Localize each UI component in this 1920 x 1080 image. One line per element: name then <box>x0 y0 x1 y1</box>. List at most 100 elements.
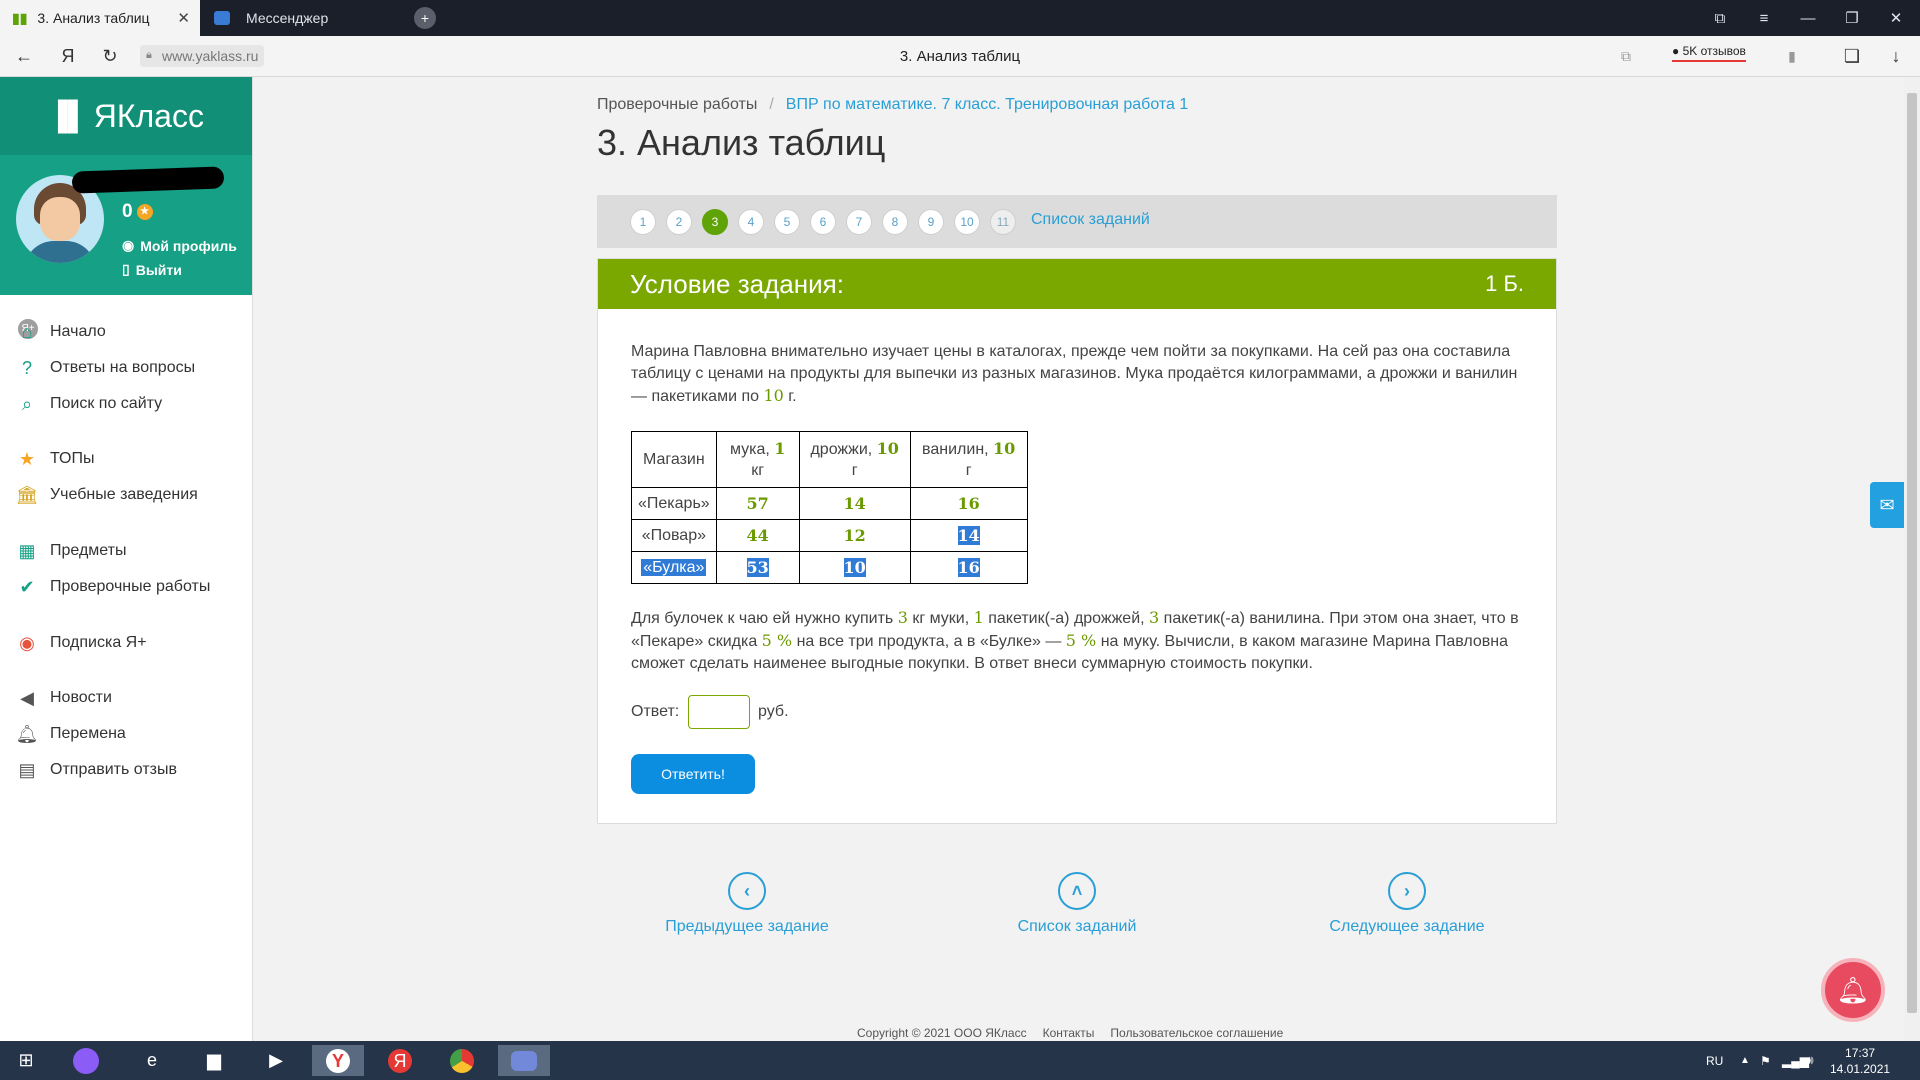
task-number-6[interactable]: 6 <box>810 209 836 235</box>
sidebar-item-news[interactable]: ◀ Новости <box>16 685 112 711</box>
selected-text: 10 <box>843 558 866 577</box>
alice-icon[interactable] <box>60 1045 112 1076</box>
sidebar-item-search[interactable]: ⌕ Поиск по сайту <box>16 391 162 417</box>
clock-date: 14.01.2021 <box>1830 1061 1891 1076</box>
breadcrumb-parent[interactable]: Проверочные работы <box>597 96 757 114</box>
tabs-icon[interactable]: ⧉ <box>1610 36 1642 76</box>
task-number-2[interactable]: 2 <box>666 209 692 235</box>
sidebar-item-answers[interactable]: ? Ответы на вопросы <box>16 355 195 381</box>
header-unit: кг <box>751 462 765 479</box>
logo-band[interactable]: ▐▌ ЯКласс <box>0 77 252 155</box>
feedback-icon: ▤ <box>18 759 36 780</box>
file-explorer-icon[interactable]: ▆ <box>188 1045 240 1076</box>
reload-icon[interactable]: ↻ <box>94 36 126 76</box>
download-icon[interactable]: ↓ <box>1880 36 1912 76</box>
browser-tab-active[interactable]: ▮▮ 3. Анализ таблиц ✕ <box>0 0 200 36</box>
collections-icon[interactable]: ❏ <box>1836 36 1868 76</box>
task-number-5[interactable]: 5 <box>774 209 800 235</box>
tray-chevron-icon[interactable]: ▲ <box>1740 1041 1750 1080</box>
answer-input[interactable] <box>688 695 750 729</box>
task-number-7[interactable]: 7 <box>846 209 872 235</box>
discord-icon[interactable] <box>498 1045 550 1076</box>
scrollbar-thumb[interactable] <box>1907 93 1917 1013</box>
header-unit: г <box>965 462 972 479</box>
submit-answer-button[interactable]: Ответить! <box>631 754 755 794</box>
home-icon: ⌂ <box>21 321 33 342</box>
sidebar-item-tops[interactable]: ★ ТОПы <box>16 446 95 472</box>
star-icon: ★ <box>136 204 153 220</box>
yandex-icon[interactable]: Я <box>374 1045 426 1076</box>
sidebar-item-subscription[interactable]: ◉ Подписка Я+ <box>16 630 146 656</box>
breadcrumb-current[interactable]: ВПР по математике. 7 класс. Тренировочна… <box>786 96 1189 114</box>
question-text: на все три продукта, а в «Булке» — <box>792 633 1066 650</box>
sidebar-item-label: Переменa <box>50 725 126 742</box>
restore-button[interactable]: ❐ <box>1830 0 1874 36</box>
sidebar-item-schools[interactable]: 🏛︎ Учебные заведения <box>16 482 198 508</box>
sidebar-item-label: Новости <box>50 689 112 706</box>
reviews-badge[interactable]: ● 5K отзывов <box>1672 44 1746 62</box>
bookmark-icon[interactable]: ▮ <box>1776 36 1808 76</box>
network-icon[interactable]: ▂▄▆ <box>1782 1041 1809 1080</box>
sidebar-item-feedback[interactable]: ▤ Отправить отзыв <box>16 757 177 783</box>
task-number-10[interactable]: 10 <box>954 209 980 235</box>
sidebar-item-tests[interactable]: ✔ Проверочные работы <box>16 574 210 600</box>
task-number-nav: 1 2 3 4 5 6 7 8 9 10 11 Список заданий <box>597 195 1557 248</box>
yandex-logo-icon[interactable]: Я <box>52 36 84 76</box>
page-scrollbar[interactable] <box>1904 77 1920 1041</box>
chrome-icon[interactable] <box>436 1045 488 1076</box>
agreement-link[interactable]: Пользовательское соглашение <box>1110 1026 1283 1040</box>
sidebar-item-label: Отправить отзыв <box>50 761 177 778</box>
sidebar-item-home[interactable]: ⌂ Начало <box>16 319 106 345</box>
header-vanillin: ванилин, 10 г <box>909 431 1028 488</box>
new-tab-button[interactable]: + <box>414 0 444 36</box>
chevron-left-icon: ‹ <box>728 872 766 910</box>
flag-icon[interactable]: ⚑ <box>1760 1041 1771 1080</box>
sidebar-item-subjects[interactable]: ▦ Предметы <box>16 538 126 564</box>
next-task-link[interactable]: › Следующее задание <box>1307 872 1507 936</box>
selected-text: 16 <box>957 558 980 577</box>
internet-explorer-icon[interactable]: e <box>126 1045 178 1076</box>
task-number-4[interactable]: 4 <box>738 209 764 235</box>
start-button-icon[interactable]: ⊞ <box>0 1045 52 1076</box>
task-list-link[interactable]: Список заданий <box>1031 211 1150 229</box>
minimize-button[interactable]: — <box>1786 0 1830 36</box>
price-cell: 57 <box>715 487 800 520</box>
prev-task-link[interactable]: ‹ Предыдущее задание <box>647 872 847 936</box>
menu-icon[interactable]: ≡ <box>1742 0 1786 36</box>
logout-link[interactable]: ▯ Выйти <box>122 261 182 278</box>
header-num: 1 <box>774 439 786 458</box>
task-number-9[interactable]: 9 <box>918 209 944 235</box>
my-profile-label: Мой профиль <box>140 237 237 254</box>
back-icon[interactable]: ← <box>8 36 40 76</box>
clock[interactable]: 17:37 14.01.2021 <box>1830 1041 1890 1080</box>
yandex-browser-icon[interactable]: Y <box>312 1045 364 1076</box>
contacts-link[interactable]: Контакты <box>1043 1026 1095 1040</box>
my-profile-link[interactable]: ◉ Мой профиль <box>122 237 237 254</box>
header-text: дрожжи, <box>810 441 877 458</box>
close-icon[interactable]: ✕ <box>177 9 190 27</box>
mail-icon[interactable]: ✉ <box>1870 482 1904 528</box>
close-window-button[interactable]: ✕ <box>1874 0 1918 36</box>
task-number-11[interactable]: 11 <box>990 209 1016 235</box>
task-number-8[interactable]: 8 <box>882 209 908 235</box>
bookmarks-icon[interactable]: ⧉ <box>1698 0 1742 36</box>
url-field[interactable]: 🔒︎ www.yaklass.ru <box>140 45 265 67</box>
sidebar-item-label: Начало <box>50 323 106 340</box>
header-text: мука, <box>729 441 775 458</box>
subscription-icon: ◉ <box>19 632 35 653</box>
question-number: 5 % <box>761 631 793 650</box>
language-indicator[interactable]: RU <box>1706 1041 1723 1080</box>
volume-icon[interactable]: 🔊︎ <box>1806 1041 1814 1080</box>
browser-tab-messenger[interactable]: Мессенджер <box>204 0 400 36</box>
task-list-label: Список заданий <box>1017 918 1137 935</box>
task-list-bottom-link[interactable]: ˄ Список заданий <box>977 872 1177 936</box>
task-number-3[interactable]: 3 <box>702 209 728 235</box>
table-row: «Пекарь» 57 14 16 <box>631 487 1028 520</box>
header-num: 10 <box>876 439 899 458</box>
task-number-1[interactable]: 1 <box>630 209 656 235</box>
notification-bell-icon[interactable]: 🔔︎ <box>1821 958 1885 1022</box>
header-store: Магазин <box>631 431 717 488</box>
store-cell: «Пекарь» <box>631 487 717 520</box>
sidebar-item-break[interactable]: 🔔︎ Переменa <box>16 721 126 747</box>
media-player-icon[interactable]: ▶ <box>250 1045 302 1076</box>
